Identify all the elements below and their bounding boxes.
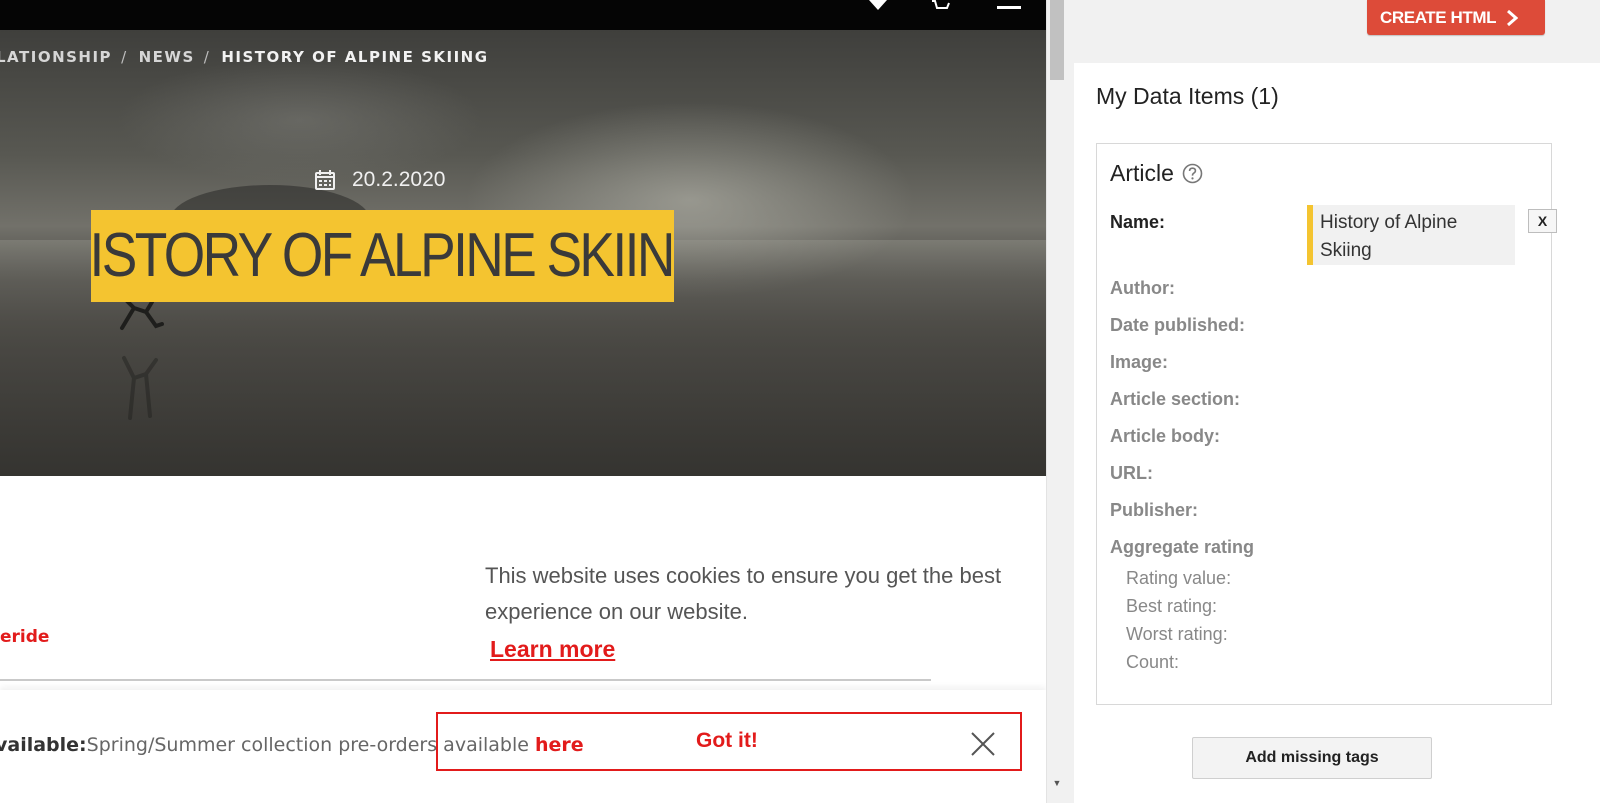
create-html-label: CREATE HTML: [1380, 7, 1497, 27]
name-label: Name:: [1110, 212, 1166, 232]
cookie-learn-more-link[interactable]: Learn more: [490, 636, 615, 663]
breadcrumb-item-current: HISTORY OF ALPINE SKIING: [221, 48, 489, 66]
aggregate-rating-label: Aggregate rating: [1110, 537, 1255, 557]
count-label: Count:: [1126, 652, 1180, 672]
menu-icon[interactable]: [997, 0, 1021, 14]
site-top-bar: [0, 0, 1046, 30]
publisher-label: Publisher:: [1110, 500, 1199, 520]
name-value: History of Alpine Skiing: [1307, 205, 1515, 265]
article-heading-text: Article: [1110, 160, 1174, 186]
scroll-down-arrow-icon[interactable]: ▼: [1051, 778, 1063, 788]
cart-icon[interactable]: [931, 0, 951, 14]
article-section-label: Article section:: [1110, 389, 1241, 409]
notice-label: vailable:: [0, 734, 87, 756]
worst-rating-label: Worst rating:: [1126, 624, 1228, 644]
breadcrumb: LATIONSHIP / NEWS / HISTORY OF ALPINE SK…: [0, 47, 489, 67]
article-title: HISTORY OF ALPINE SKIING: [91, 221, 674, 290]
chevron-right-icon: [1507, 9, 1519, 26]
heart-icon[interactable]: [866, 0, 890, 14]
breadcrumb-separator: /: [121, 48, 128, 66]
create-html-button[interactable]: CREATE HTML: [1367, 0, 1545, 35]
remove-name-button[interactable]: X: [1528, 209, 1557, 233]
breadcrumb-separator: /: [203, 48, 211, 66]
article-heading: Article: [1110, 160, 1203, 187]
post-date-text: 20.2.2020: [352, 168, 446, 191]
website-viewport: LATIONSHIP / NEWS / HISTORY OF ALPINE SK…: [0, 0, 1067, 803]
override-link[interactable]: eride: [0, 627, 49, 647]
article-body-label: Article body:: [1110, 426, 1221, 446]
article-title-highlight: HISTORY OF ALPINE SKIING: [91, 210, 674, 302]
best-rating-label: Best rating:: [1126, 596, 1218, 616]
author-label: Author:: [1110, 278, 1175, 298]
post-date: 20.2.2020: [315, 167, 445, 193]
calendar-icon: [315, 170, 335, 190]
scrollbar-thumb[interactable]: [1050, 0, 1064, 80]
cookie-accept-button[interactable]: Got it!: [696, 729, 758, 753]
content-divider: [0, 679, 931, 681]
image-label: Image:: [1110, 352, 1169, 372]
close-icon[interactable]: [970, 731, 996, 757]
data-items-title: My Data Items (1): [1096, 83, 1279, 109]
breadcrumb-item-relationship[interactable]: LATIONSHIP: [0, 48, 112, 66]
cookie-message: This website uses cookies to ensure you …: [485, 563, 1002, 624]
breadcrumb-item-news[interactable]: NEWS: [139, 48, 195, 66]
page-scrollbar[interactable]: ▼: [1046, 0, 1067, 803]
article-item: Article Name: History of Alpine Skiing X…: [1096, 143, 1557, 705]
runner-silhouette: [120, 298, 164, 420]
help-icon[interactable]: [1182, 163, 1203, 184]
data-items-card: My Data Items (1) Article Name: History …: [1074, 63, 1600, 803]
date-published-label: Date published:: [1110, 315, 1246, 335]
structured-data-panel: CREATE HTML My Data Items (1) Article Na…: [1067, 0, 1600, 803]
rating-value-label: Rating value:: [1126, 568, 1232, 588]
url-label: URL:: [1110, 463, 1153, 483]
add-missing-tags-button[interactable]: Add missing tags: [1192, 737, 1432, 779]
